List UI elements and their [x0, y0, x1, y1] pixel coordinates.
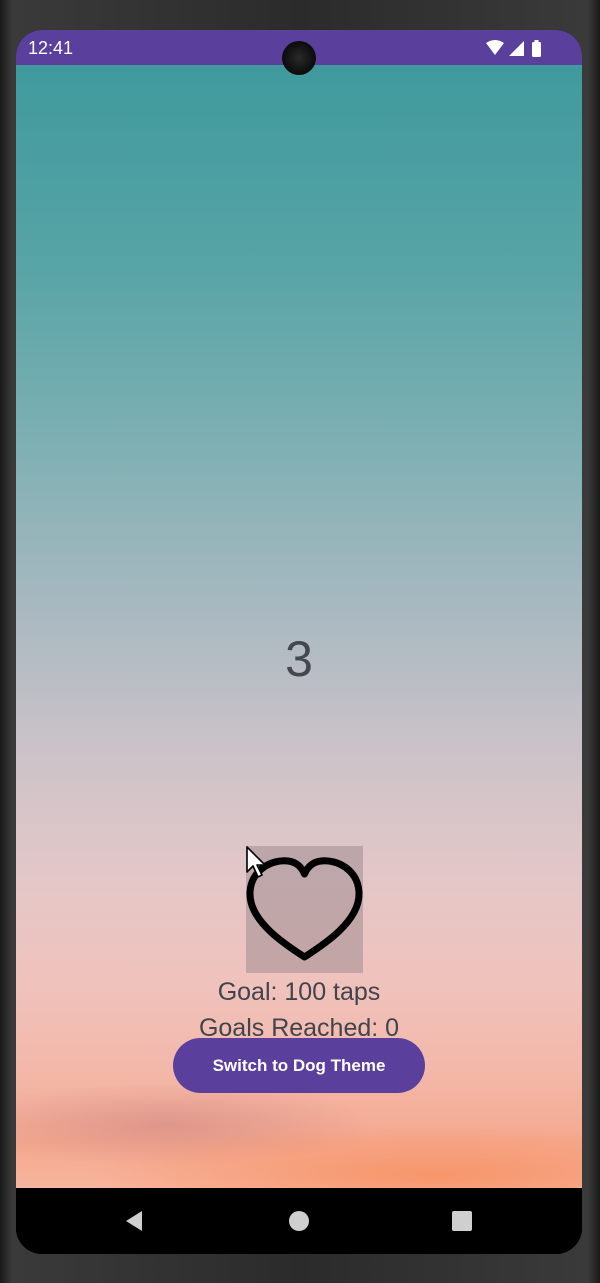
home-icon[interactable] [286, 1208, 312, 1234]
switch-theme-button[interactable]: Switch to Dog Theme [173, 1038, 425, 1093]
status-time: 12:41 [28, 38, 74, 58]
front-camera [282, 41, 316, 75]
back-icon[interactable] [122, 1208, 148, 1234]
app-background: 3 Goal: 100 taps Goals Reached: 0 Switch… [16, 65, 582, 1188]
mouse-cursor-icon [246, 846, 266, 878]
phone-screen: 12:41 3 Goal: 100 taps Goals Reached: 0 … [16, 30, 582, 1254]
battery-icon [532, 40, 541, 57]
phone-frame: 12:41 3 Goal: 100 taps Goals Reached: 0 … [0, 0, 600, 1283]
wifi-icon [486, 40, 504, 55]
cellular-signal-icon [509, 41, 524, 56]
tap-counter: 3 [285, 631, 313, 687]
status-icons [486, 39, 546, 57]
heart-tap-button[interactable] [246, 846, 363, 973]
goal-label: Goal: 100 taps [217, 978, 381, 1006]
recents-icon[interactable] [449, 1208, 475, 1234]
navigation-bar [16, 1188, 582, 1254]
